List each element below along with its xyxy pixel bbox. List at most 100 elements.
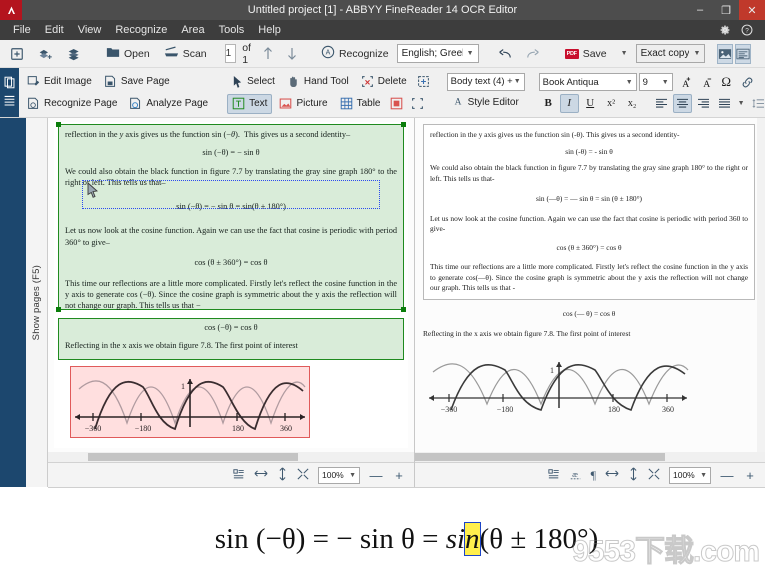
grow-font-icon[interactable]: A: [675, 73, 694, 92]
shrink-font-icon[interactable]: A: [696, 73, 715, 92]
zoom-pane[interactable]: sin (−θ) = − sin θ = sin(θ ± 180°): [48, 487, 765, 572]
analyze-page-button[interactable]: Analyze Page: [124, 94, 213, 114]
omega-symbol-icon[interactable]: Ω: [717, 73, 736, 92]
pages-panel-icon[interactable]: [3, 76, 16, 92]
arrow-up-icon[interactable]: [257, 43, 279, 65]
selected-text-region[interactable]: [82, 180, 380, 209]
block-handle[interactable]: [401, 307, 406, 312]
formula-selected-char[interactable]: n: [464, 522, 481, 556]
image-pane-hscroll-thumb[interactable]: [88, 453, 298, 461]
minimize-button[interactable]: –: [687, 0, 713, 20]
text-zoom-out-button[interactable]: —: [720, 468, 734, 483]
paragraph-style-select[interactable]: Body text (4) + ▼: [446, 72, 525, 91]
align-left-icon[interactable]: [652, 94, 671, 113]
subscript-button[interactable]: x₂: [623, 94, 642, 113]
image-zoom-out-button[interactable]: —: [369, 468, 383, 483]
menu-area[interactable]: Area: [174, 22, 211, 38]
fit-height-icon[interactable]: [628, 467, 639, 484]
align-dropdown-icon[interactable]: ▼: [736, 100, 747, 107]
table-area-button[interactable]: Table: [335, 94, 386, 114]
scanned-page-image[interactable]: reflection in the y axis gives us the fu…: [54, 122, 408, 448]
line-spacing-icon[interactable]: [749, 94, 765, 113]
hyperlink-icon[interactable]: [738, 73, 757, 92]
superscript-button[interactable]: x²: [602, 94, 621, 113]
select-tool-button[interactable]: Select: [227, 72, 280, 92]
save-button[interactable]: PDF Save: [559, 43, 613, 65]
scan-button[interactable]: Scan: [158, 43, 213, 65]
save-dropdown-button[interactable]: ▼: [615, 43, 634, 65]
font-size-select[interactable]: 9 ▼: [638, 73, 673, 91]
delete-area-button[interactable]: Delete: [356, 72, 412, 92]
best-fit-icon[interactable]: [297, 467, 309, 483]
text-pane-hscroll-thumb[interactable]: [415, 453, 665, 461]
style-editor-button[interactable]: A Style Editor: [447, 93, 524, 113]
add-pages-icon[interactable]: [32, 43, 59, 65]
fit-height-icon[interactable]: [277, 467, 288, 484]
menu-recognize[interactable]: Recognize: [108, 22, 174, 38]
text-pane-hscrollbar[interactable]: [415, 452, 765, 462]
hand-tool-button[interactable]: Hand Tool: [282, 72, 354, 92]
align-right-icon[interactable]: [694, 94, 713, 113]
add-area-icon[interactable]: [414, 72, 433, 91]
pages-icon[interactable]: [61, 43, 88, 65]
show-nonprinting-icon[interactable]: æ: [569, 468, 582, 483]
block-handle[interactable]: [56, 122, 61, 127]
chevron-down-icon: ▼: [513, 78, 521, 85]
image-zoom-in-button[interactable]: +: [392, 468, 406, 483]
list-panel-icon[interactable]: [3, 94, 16, 110]
image-zoom-select[interactable]: 100% ▼: [318, 466, 360, 484]
menu-view[interactable]: View: [71, 22, 109, 38]
menu-file[interactable]: File: [6, 22, 38, 38]
align-justify-icon[interactable]: [715, 94, 734, 113]
bold-button[interactable]: B: [539, 94, 558, 113]
paragraph-mark-icon[interactable]: ¶: [591, 469, 596, 481]
redo-icon[interactable]: [520, 43, 547, 65]
language-select[interactable]: English; Greek ▼: [396, 44, 479, 63]
block-handle[interactable]: [401, 122, 406, 127]
italic-button[interactable]: I: [559, 93, 579, 113]
picture-area-button[interactable]: Picture: [274, 94, 332, 114]
text-block-secondary[interactable]: cos (−θ) = cos θ Reflecting in the x axi…: [58, 318, 404, 360]
align-center-icon[interactable]: [672, 93, 692, 113]
edit-image-button[interactable]: Edit Image: [22, 72, 97, 92]
text-zoom-select[interactable]: 100% ▼: [669, 466, 711, 484]
text-pane-body[interactable]: reflection in the y axis gives us the fu…: [415, 118, 765, 452]
new-task-icon[interactable]: [4, 43, 30, 65]
gear-icon[interactable]: [715, 20, 735, 40]
font-family-select[interactable]: Book Antiqua ▼: [538, 73, 637, 91]
view-text-icon[interactable]: [735, 43, 752, 64]
menu-tools[interactable]: Tools: [212, 22, 252, 38]
properties-icon[interactable]: [547, 468, 560, 483]
arrow-down-icon[interactable]: [281, 43, 303, 65]
underline-button[interactable]: U: [581, 94, 600, 113]
open-button[interactable]: Open: [100, 43, 156, 65]
recognize-button[interactable]: A Recognize: [315, 43, 395, 65]
text-area-button[interactable]: Text: [227, 93, 273, 114]
undo-icon[interactable]: [491, 43, 518, 65]
picture-block-figure[interactable]: −360 −180 180 360 1: [70, 366, 310, 438]
menu-help[interactable]: Help: [251, 22, 288, 38]
page-number-input[interactable]: 1: [224, 44, 237, 63]
block-handle[interactable]: [56, 307, 61, 312]
restore-button[interactable]: ❐: [713, 0, 739, 20]
save-page-button[interactable]: Save Page: [99, 72, 175, 92]
image-pane-body[interactable]: reflection in the y axis gives us the fu…: [48, 118, 414, 452]
best-fit-icon[interactable]: [648, 467, 660, 483]
close-button[interactable]: ✕: [739, 0, 765, 20]
view-image-icon[interactable]: [717, 43, 734, 64]
help-icon[interactable]: ?: [737, 20, 757, 40]
text-zoom-in-button[interactable]: +: [743, 468, 757, 483]
properties-icon[interactable]: [233, 468, 245, 483]
crop-area-icon[interactable]: [408, 94, 427, 113]
text-block-main[interactable]: reflection in the y axis gives us the fu…: [58, 124, 404, 310]
background-picture-icon[interactable]: [387, 94, 406, 113]
fit-width-icon[interactable]: [605, 468, 619, 482]
fit-width-icon[interactable]: [254, 468, 268, 482]
image-pane-hscrollbar[interactable]: [48, 452, 414, 462]
pages-panel-collapsed[interactable]: Show pages (F5): [26, 118, 48, 487]
text-pane-vscrollbar[interactable]: [757, 118, 765, 452]
copy-mode-select[interactable]: Exact copy ▼: [635, 44, 706, 63]
recognize-page-button[interactable]: Recognize Page: [22, 94, 122, 114]
recognized-block-1[interactable]: reflection in the y axis gives us the fu…: [423, 124, 755, 301]
menu-edit[interactable]: Edit: [38, 22, 71, 38]
